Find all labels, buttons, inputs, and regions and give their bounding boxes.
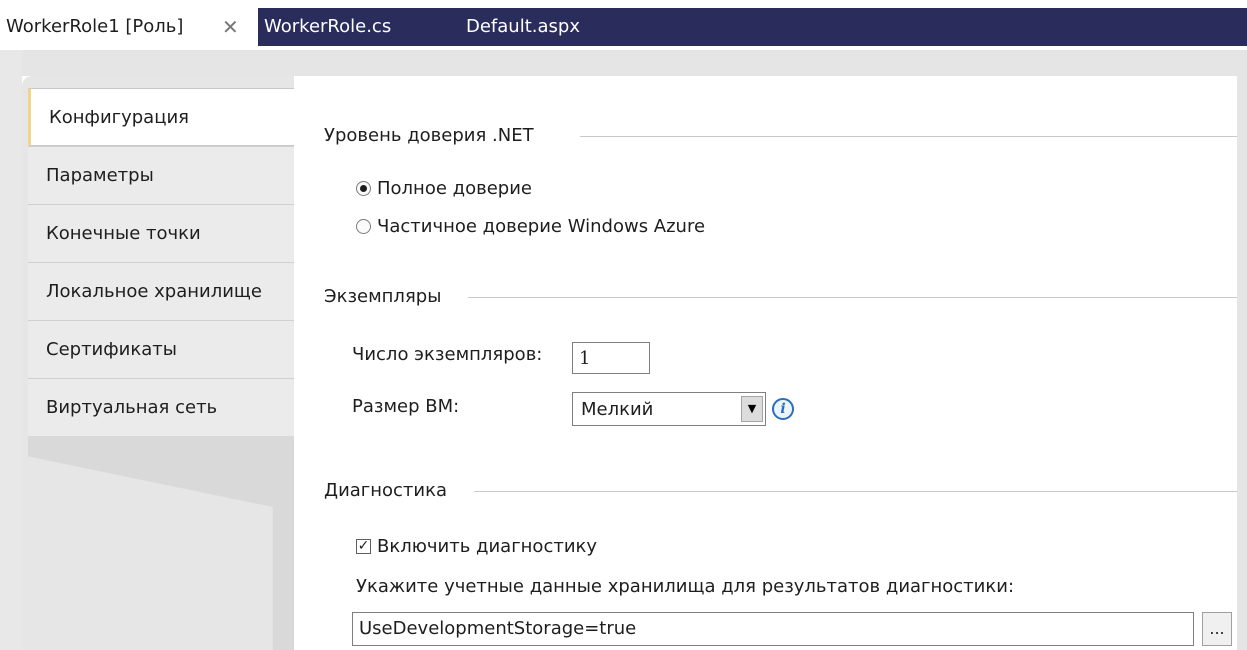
tab-workerrole-cs[interactable]: WorkerRole.cs bbox=[264, 8, 391, 46]
left-gutter bbox=[0, 50, 22, 650]
tab-label: WorkerRole.cs bbox=[264, 16, 392, 37]
vm-size-label: Размер ВМ: bbox=[352, 396, 460, 417]
storage-connection-string-input[interactable]: UseDevelopmentStorage=true bbox=[352, 612, 1194, 646]
sidebar-item-settings[interactable]: Параметры bbox=[28, 146, 294, 204]
trust-level-divider bbox=[580, 136, 1237, 137]
tab-label: WorkerRole1 [Роль] bbox=[6, 16, 184, 37]
partial-trust-label: Частичное доверие Windows Azure bbox=[377, 216, 706, 237]
full-trust-option[interactable]: Полное доверие bbox=[356, 178, 532, 199]
sidebar-item-local-storage[interactable]: Локальное хранилище bbox=[28, 262, 294, 320]
diagnostics-heading: Диагностика bbox=[324, 480, 448, 501]
instances-divider bbox=[468, 297, 1237, 298]
tab-workerrole1-role[interactable]: WorkerRole1 [Роль] ✕ bbox=[0, 8, 258, 46]
sidebar-item-certificates[interactable]: Сертификаты bbox=[28, 320, 294, 378]
sidebar-item-label: Виртуальная сеть bbox=[46, 397, 218, 418]
right-gutter bbox=[1237, 76, 1247, 650]
sidebar-item-label: Параметры bbox=[46, 165, 154, 186]
enable-diagnostics-option[interactable]: ✓ Включить диагностику bbox=[356, 536, 597, 557]
radio-button-selected[interactable] bbox=[356, 181, 371, 196]
partial-trust-option[interactable]: Частичное доверие Windows Azure bbox=[356, 216, 705, 237]
instance-count-input[interactable]: 1 bbox=[572, 342, 650, 374]
browse-button[interactable]: ... bbox=[1202, 612, 1232, 646]
document-tab-bar: WorkerRole1 [Роль] ✕ WorkerRole.cs Defau… bbox=[0, 0, 1247, 52]
close-icon[interactable]: ✕ bbox=[222, 8, 239, 46]
trust-level-heading: Уровень доверия .NET bbox=[324, 125, 534, 146]
tab-strip-background bbox=[258, 8, 1247, 46]
sidebar-item-label: Конфигурация bbox=[49, 107, 189, 128]
sidebar-item-label: Конечные точки bbox=[46, 223, 201, 244]
sidebar-item-configuration[interactable]: Конфигурация bbox=[28, 88, 294, 146]
instance-count-label: Число экземпляров: bbox=[352, 344, 543, 365]
enable-diagnostics-checkbox[interactable]: ✓ bbox=[356, 539, 371, 554]
diagnostics-divider bbox=[474, 491, 1237, 492]
sidebar-item-endpoints[interactable]: Конечные точки bbox=[28, 204, 294, 262]
sidebar-item-label: Сертификаты bbox=[46, 339, 177, 360]
editor-header-band bbox=[0, 50, 1247, 76]
info-icon[interactable]: i bbox=[772, 398, 794, 420]
vm-size-value: Мелкий bbox=[581, 399, 654, 420]
vm-size-dropdown[interactable]: Мелкий ▼ bbox=[572, 392, 766, 426]
tab-label: Default.aspx bbox=[466, 16, 580, 37]
sidebar-item-label: Локальное хранилище bbox=[46, 281, 262, 302]
tab-default-aspx[interactable]: Default.aspx bbox=[466, 8, 580, 46]
chevron-down-icon[interactable]: ▼ bbox=[741, 396, 763, 422]
enable-diagnostics-label: Включить диагностику bbox=[377, 536, 598, 557]
full-trust-label: Полное доверие bbox=[377, 178, 532, 199]
instances-heading: Экземпляры bbox=[324, 286, 442, 307]
sidebar-item-virtual-network[interactable]: Виртуальная сеть bbox=[28, 378, 294, 436]
storage-credentials-label: Укажите учетные данные хранилища для рез… bbox=[356, 576, 1015, 597]
radio-button[interactable] bbox=[356, 219, 371, 234]
